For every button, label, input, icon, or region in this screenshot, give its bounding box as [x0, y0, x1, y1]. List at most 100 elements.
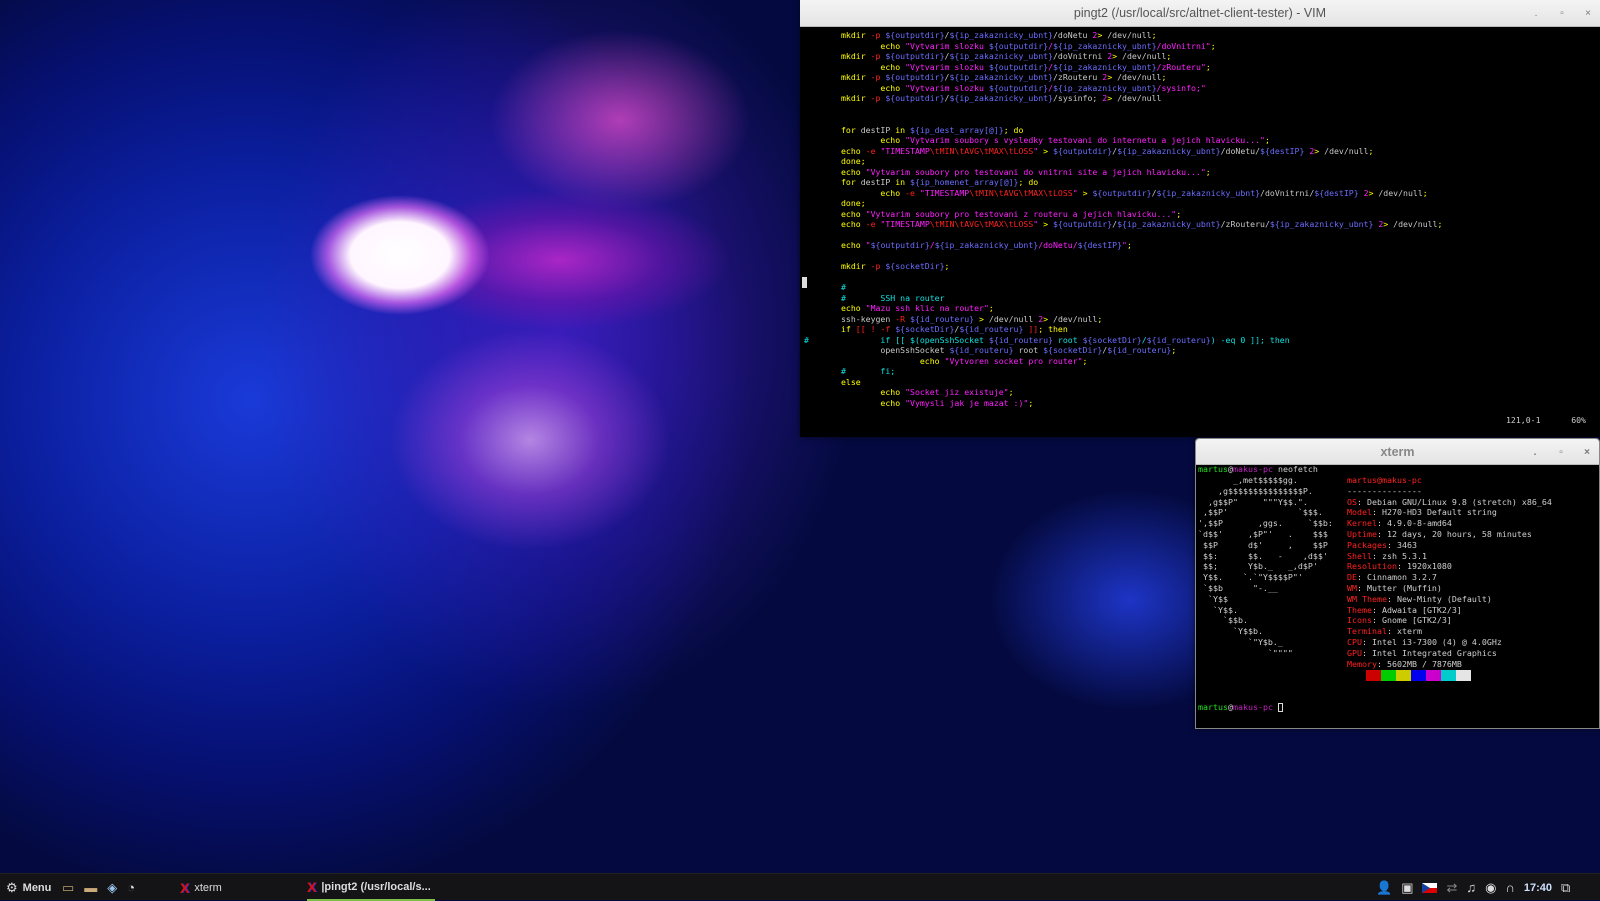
menu-button[interactable]: ⚙ Menu [6, 874, 51, 901]
code-token: ; [1082, 355, 1088, 366]
maximize-button[interactable]: ▫ [1555, 440, 1567, 466]
code-token: ${outputdir} [988, 61, 1049, 72]
task-vim[interactable]: X |pingt2 (/usr/local/s... [307, 874, 435, 901]
maximize-button[interactable]: ▫ [1556, 0, 1568, 27]
logo-line: ,g$$P" """Y$$.". [1198, 496, 1308, 507]
vim-window[interactable]: pingt2 (/usr/local/src/altnet-client-tes… [800, 0, 1600, 437]
code-line: echo "Vymysli jak je mazat :)"; [800, 398, 1600, 409]
clock-app-icon[interactable]: ◔ [127, 880, 135, 896]
code-token: root [1013, 345, 1044, 355]
logo-line: `"Y$b._ [1198, 636, 1283, 647]
code-line: echo "Vytvarim soubory s vysledky testov… [800, 135, 1600, 146]
code-token: -p [870, 93, 886, 103]
vim-editor-buffer[interactable]: mkdir -p ${outputdir}/${ip_zakaznicky_ub… [800, 30, 1600, 408]
command-line: martus@makus-pc neofetch [1198, 464, 1318, 475]
info-key: Kernel [1347, 518, 1377, 529]
code-token: ; [1422, 187, 1428, 198]
user-icon[interactable]: 👤 [1376, 880, 1392, 896]
info-key: Packages [1347, 539, 1387, 550]
code-token: > [974, 313, 989, 324]
palette-swatch [1441, 670, 1456, 681]
minimize-button[interactable]: . [1529, 440, 1541, 466]
logo-line: `Y$$ [1198, 593, 1228, 604]
xterm-titlebar[interactable]: xterm . ▫ × [1196, 439, 1599, 465]
close-button[interactable]: × [1581, 440, 1593, 466]
info-separator: --------------- [1347, 485, 1422, 496]
code-token: echo [841, 187, 906, 198]
info-key: Memory [1347, 658, 1377, 669]
code-token: ${ip_dest_array[@]} [910, 124, 1004, 135]
show-desktop-icon[interactable]: ⧉ [1561, 880, 1570, 896]
taskbar: ⚙ Menu ▭ ▬ ◈ ◔ X xterm X |pingt2 (/usr/l… [0, 873, 1600, 901]
info-value: New-Minty (Default) [1396, 593, 1492, 604]
code-token: ${outputdir} [885, 93, 945, 103]
code-line: done; [800, 198, 1600, 209]
code-line: echo "Vytvoren socket pro router"; [800, 356, 1600, 367]
system-info: martus@makus-pc --------------- OS: Debian… [1347, 475, 1552, 669]
code-line: done; [800, 156, 1600, 167]
info-colon: : [1362, 647, 1372, 658]
code-token: mkdir [841, 51, 871, 61]
code-token: /dev/null [1117, 51, 1167, 61]
task-xterm[interactable]: X xterm [180, 874, 300, 901]
update-icon[interactable]: ◉ [1485, 880, 1496, 896]
gear-icon: ⚙ [6, 879, 18, 895]
code-token: ${outputdir} [1053, 145, 1113, 156]
code-token: ; [1161, 72, 1167, 82]
code-token: /dev/null [1319, 145, 1369, 156]
code-token: ${ip_zakaznicky_ubnt} [949, 72, 1053, 82]
code-token: /zRouteru [1052, 72, 1103, 82]
code-token: in [895, 124, 911, 135]
code-token: ${ip_zakaznicky_ubnt} [1156, 187, 1261, 198]
scroll-percent: 60% [1571, 415, 1586, 425]
code-token: openSshSocket [841, 345, 950, 355]
prompt-line[interactable]: martus@makus-pc [1198, 702, 1283, 713]
file-manager-icon[interactable]: ▬ [84, 880, 97, 896]
clock[interactable]: 17:40 [1524, 882, 1552, 894]
info-colon: : [1376, 528, 1387, 539]
palette-swatch [1456, 670, 1471, 681]
info-key: DE [1347, 572, 1357, 583]
xterm-window[interactable]: xterm . ▫ × martus@makus-pc neofetch _,m… [1195, 438, 1600, 729]
code-token: else [841, 376, 861, 387]
code-token: echo [841, 166, 866, 177]
code-token: ; [1210, 40, 1216, 51]
code-token: /doVnitrni" [1156, 40, 1211, 51]
code-token: "Vymysli jak je mazat :)" [905, 397, 1029, 408]
info-key: Model [1347, 507, 1372, 518]
info-colon: : [1362, 636, 1372, 647]
code-token: ${ip_zakaznicky_ubnt} [1117, 219, 1221, 229]
info-row: Model: H270-HD3 Default string [1347, 507, 1552, 518]
minimize-button[interactable]: . [1530, 0, 1542, 27]
vim-titlebar[interactable]: pingt2 (/usr/local/src/altnet-client-tes… [800, 0, 1600, 27]
info-key: GPU [1347, 647, 1362, 658]
headphones-icon[interactable]: ∩ [1505, 880, 1514, 896]
code-token: echo [841, 61, 906, 72]
czech-flag-icon[interactable] [1422, 882, 1438, 893]
info-colon: : [1386, 593, 1397, 604]
clipboard-icon[interactable]: ▣ [1401, 880, 1413, 896]
code-token: > [1038, 219, 1053, 229]
palette-swatch [1426, 670, 1441, 681]
code-token: ${ip_zakaznicky_ubnt} [934, 240, 1039, 250]
code-token: ${ip_zakaznicky_ubnt} [1117, 145, 1221, 156]
code-line: # [800, 282, 1600, 293]
home-folder-icon[interactable]: ▭ [62, 880, 74, 896]
music-icon[interactable]: ♫ [1466, 880, 1476, 896]
network-disconnected-icon[interactable]: ⇄ [1446, 880, 1457, 896]
logo-line: `"""" [1198, 647, 1293, 658]
code-token: ${id_routeru} [949, 345, 1014, 355]
info-colon: : [1371, 604, 1382, 615]
code-token: 2 [1373, 219, 1384, 229]
logo-line: $$: $$. - ,d$$' [1198, 550, 1328, 561]
code-token: root [1052, 334, 1083, 345]
info-row: WM: Mutter (Muffin) [1347, 583, 1552, 594]
code-token: -p [870, 51, 886, 61]
close-button[interactable]: × [1582, 0, 1594, 27]
code-token: mkdir [841, 30, 871, 40]
package-icon[interactable]: ◈ [107, 880, 117, 896]
info-colon: : [1376, 658, 1387, 669]
code-token: ; [1008, 387, 1014, 397]
code-token: /dev/null [1048, 313, 1098, 324]
logo-line: ,g$$$$$$$$$$$$$$$P. [1198, 485, 1313, 496]
